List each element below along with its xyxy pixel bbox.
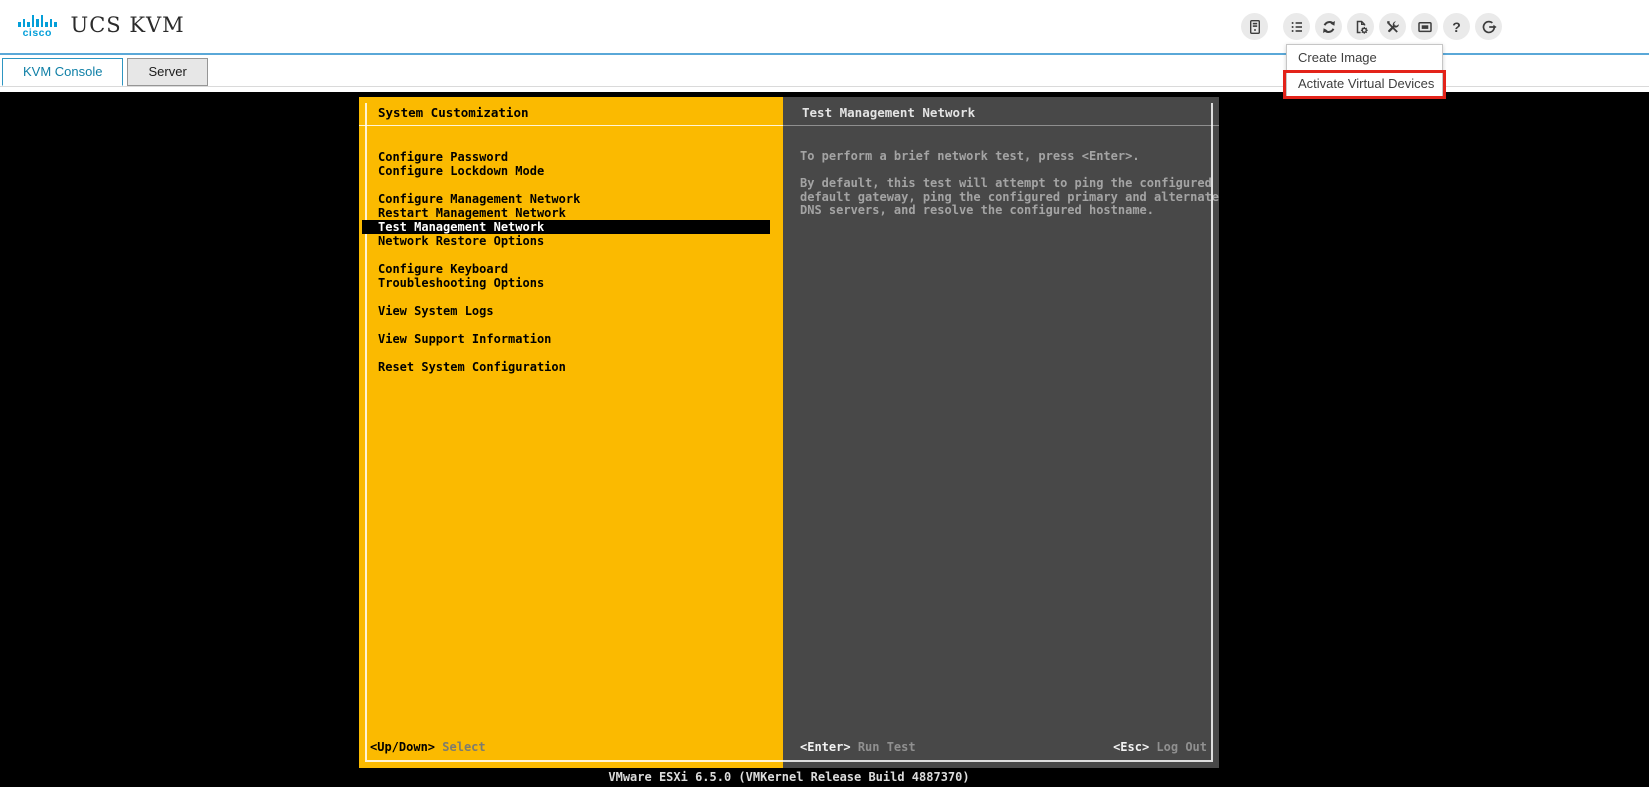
help-icon: ? (1452, 18, 1461, 35)
display-button[interactable] (1411, 13, 1438, 40)
menu-item-activate-virtual-devices[interactable]: Activate Virtual Devices (1287, 71, 1442, 97)
macros-list-icon (1291, 21, 1302, 32)
enter-hint: <Enter> Run Test (800, 740, 916, 754)
logout-action-hint: Log Out (1156, 740, 1207, 754)
detail-body-line: DNS servers, and resolve the configured … (800, 203, 1155, 217)
menu-item[interactable]: Network Restore Options (359, 234, 783, 248)
updown-key-hint: <Up/Down> (370, 740, 436, 754)
menu-item-create-image[interactable]: Create Image (1287, 45, 1442, 71)
brand: cisco UCS KVM (0, 13, 185, 40)
menu-footer-hint: <Up/Down> Select (359, 740, 783, 754)
tools-icon (1386, 20, 1399, 33)
esc-hint: <Esc> Log Out (1113, 740, 1207, 754)
server-button[interactable] (1241, 13, 1268, 40)
menu-item[interactable]: View Support Information (359, 332, 783, 346)
dcui-menu-panel: System Customization Configure Password … (359, 97, 783, 768)
detail-footer-hints: <Enter> Run Test <Esc> Log Out (783, 740, 1219, 754)
detail-body-line: To perform a brief network test, press <… (800, 149, 1140, 163)
menu-item[interactable]: Configure Keyboard (359, 262, 783, 276)
cisco-logo-text: cisco (22, 26, 52, 39)
menu-spacer (359, 248, 783, 262)
dcui-menu: Configure Password Configure Lockdown Mo… (359, 126, 783, 374)
virtual-media-icon (1356, 20, 1368, 34)
menu-spacer (359, 290, 783, 304)
toolbar: ? (1241, 13, 1502, 40)
menu-item-selected[interactable]: Test Management Network (362, 220, 770, 234)
refresh-button[interactable] (1315, 13, 1342, 40)
tab-kvm-console[interactable]: KVM Console (2, 58, 124, 86)
tab-server[interactable]: Server (127, 58, 208, 86)
enter-key-hint: <Enter> (800, 740, 851, 754)
menu-item[interactable]: Configure Management Network (359, 192, 783, 206)
esc-key-hint: <Esc> (1113, 740, 1150, 754)
display-icon (1417, 21, 1432, 32)
select-action-hint: Select (442, 740, 486, 754)
virtual-media-menu: Create Image Activate Virtual Devices (1283, 44, 1446, 99)
detail-body-line (800, 164, 1219, 178)
menu-item[interactable]: Configure Lockdown Mode (359, 164, 783, 178)
menu-item[interactable]: Troubleshooting Options (359, 276, 783, 290)
ucs-kvm-app: cisco UCS KVM ? KVM Console Server Syste… (0, 0, 1649, 788)
menu-item[interactable]: Restart Management Network (359, 206, 783, 220)
menu-spacer (359, 346, 783, 360)
virtual-media-button[interactable] (1347, 13, 1374, 40)
detail-body-line: default gateway, ping the configured pri… (800, 189, 1220, 204)
macros-button[interactable] (1283, 13, 1310, 40)
dcui-window: System Customization Configure Password … (359, 97, 1219, 768)
menu-item[interactable]: Configure Password (359, 150, 783, 164)
cisco-logo: cisco (18, 14, 57, 41)
page-title: UCS KVM (70, 13, 185, 37)
esxi-version-line: VMware ESXi 6.5.0 (VMKernel Release Buil… (608, 770, 970, 784)
detail-body-line: By default, this test will attempt to pi… (800, 176, 1212, 190)
refresh-icon (1322, 20, 1335, 33)
server-icon (1249, 19, 1260, 34)
menu-panel-title: System Customization (359, 97, 783, 126)
tools-button[interactable] (1379, 13, 1406, 40)
kvm-screen[interactable]: System Customization Configure Password … (0, 92, 1649, 787)
run-test-action-hint: Run Test (857, 740, 916, 754)
menu-item-activate-wrap: Activate Virtual Devices (1283, 70, 1446, 99)
cisco-logo-bars (18, 14, 57, 27)
help-button[interactable]: ? (1443, 13, 1470, 40)
exit-icon (1482, 20, 1497, 33)
menu-item[interactable]: View System Logs (359, 304, 783, 318)
dcui-detail-panel: Test Management Network To perform a bri… (783, 97, 1219, 768)
exit-button[interactable] (1475, 13, 1502, 40)
menu-item[interactable]: Reset System Configuration (359, 360, 783, 374)
menu-spacer (359, 318, 783, 332)
detail-body: To perform a brief network test, press <… (783, 126, 1219, 218)
detail-panel-title: Test Management Network (783, 97, 1219, 126)
menu-spacer (359, 178, 783, 192)
